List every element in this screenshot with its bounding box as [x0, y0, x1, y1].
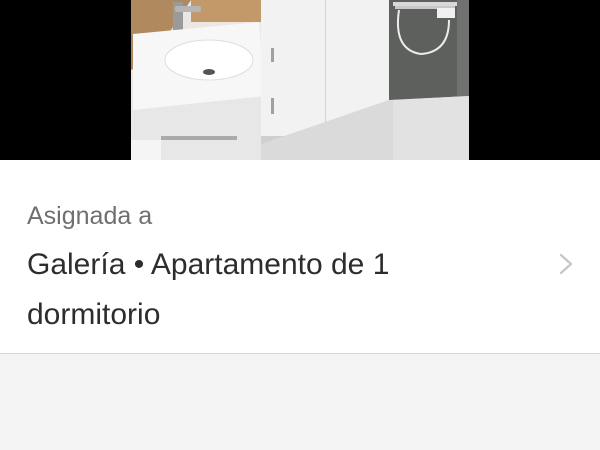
assigned-to-label: Asignada a [27, 202, 153, 230]
assigned-to-row[interactable]: Asignada a Galería • Apartamento de 1 do… [0, 160, 600, 354]
chevron-right-icon [559, 253, 573, 275]
assigned-listing-title: Galería • Apartamento de 1 dormitorio [27, 248, 390, 331]
listing-photo-strip [0, 0, 600, 160]
bathroom-photo-image [131, 0, 469, 160]
bathroom-photo[interactable] [131, 0, 469, 160]
empty-background-area [0, 354, 600, 450]
